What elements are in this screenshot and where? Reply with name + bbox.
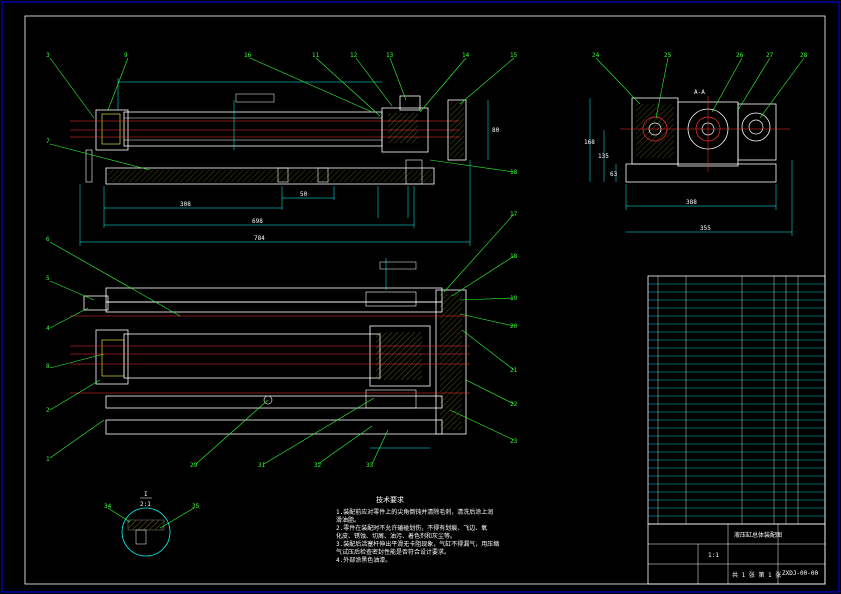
balloon-17: 17 xyxy=(510,211,518,218)
dim-height-a: 168 xyxy=(584,139,595,146)
dim-section-width: 388 xyxy=(686,199,697,206)
notes-line-3: 2.零件在装配时不允许磕碰划伤，不得有划痕、飞边、氧 xyxy=(336,524,487,532)
notes-line-2: 滑油脂。 xyxy=(336,516,360,524)
sheet-info: 共 1 张 第 1 张 xyxy=(732,571,781,579)
balloon-26: 26 xyxy=(736,52,744,59)
drawing-scale: 1:1 xyxy=(708,552,719,559)
balloon-33: 33 xyxy=(366,462,374,469)
balloon-32: 32 xyxy=(314,462,322,469)
notes-title: 技术要求 xyxy=(376,495,404,504)
top-view xyxy=(70,258,470,449)
drawing-name: 液压缸总体装配图 xyxy=(734,531,782,539)
balloon-28: 28 xyxy=(800,52,808,59)
dim-80: 80 xyxy=(492,127,500,134)
balloon-2: 2 xyxy=(46,407,50,414)
technical-notes: 技术要求 1.装配前应对零件上的尖角倒钝并清除毛刺，清洗后涂上润 滑油脂。 2.… xyxy=(336,495,499,564)
balloon-21: 21 xyxy=(510,367,518,374)
balloon-16: 16 xyxy=(244,52,252,59)
outer-border xyxy=(1,1,840,593)
balloon-3: 3 xyxy=(46,52,50,59)
assembly-drawing: 3 9 16 11 12 13 14 15 7 18 6 5 4 8 2 1 1… xyxy=(1,1,840,593)
notes-line-6: 气试压后检查密封性能是否符合设计要求。 xyxy=(336,548,450,556)
section-label: A-A xyxy=(694,89,705,96)
balloon-8: 8 xyxy=(46,363,50,370)
balloon-23: 23 xyxy=(510,438,518,445)
dim-698: 698 xyxy=(252,218,263,225)
notes-line-4: 化皮、锈蚀、切屑、油污、着色剂和灰尘等。 xyxy=(336,532,456,540)
balloon-15: 15 xyxy=(510,52,518,59)
leader-lines xyxy=(49,57,805,529)
balloon-11: 11 xyxy=(312,52,320,59)
dim-50: 50 xyxy=(300,191,308,198)
balloon-19: 19 xyxy=(510,295,518,302)
balloon-12: 12 xyxy=(350,52,358,59)
balloon-35: 35 xyxy=(192,503,200,510)
balloon-1: 1 xyxy=(46,456,50,463)
balloon-14: 14 xyxy=(462,52,470,59)
notes-line-1: 1.装配前应对零件上的尖角倒钝并清除毛刺，清洗后涂上润 xyxy=(336,508,493,516)
balloon-18: 18 xyxy=(510,169,518,176)
balloon-7: 7 xyxy=(46,138,50,145)
detail-scale: 2:1 xyxy=(140,501,151,508)
drawing-number: ZXDJ-00-00 xyxy=(782,570,819,577)
balloon-25: 25 xyxy=(664,52,672,59)
balloon-31: 31 xyxy=(258,462,266,469)
dim-308: 308 xyxy=(180,201,191,208)
balloon-22: 22 xyxy=(510,401,518,408)
balloon-4: 4 xyxy=(46,325,50,332)
balloon-9: 9 xyxy=(124,52,128,59)
notes-line-5: 3.装配后活塞杆伸出平滑无卡阻现象，气缸不得漏气，用压缩 xyxy=(336,540,499,548)
balloon-34: 34 xyxy=(104,503,112,510)
notes-line-7: 4.外部涂黑色油漆。 xyxy=(336,556,391,564)
section-a-a-view xyxy=(589,96,793,236)
balloon-29: 29 xyxy=(190,462,198,469)
dim-height-b: 135 xyxy=(598,153,609,160)
dim-overall-length: 784 xyxy=(254,235,265,242)
balloon-27: 27 xyxy=(766,52,774,59)
dim-height-c: 63 xyxy=(610,171,618,178)
balloon-18b: 18 xyxy=(510,253,518,260)
balloon-13: 13 xyxy=(386,52,394,59)
balloon-20: 20 xyxy=(510,323,518,330)
balloon-24: 24 xyxy=(592,52,600,59)
balloon-5: 5 xyxy=(46,275,50,282)
front-view xyxy=(70,78,489,246)
dimension-labels: 784 698 308 388 355 168 135 63 80 50 xyxy=(180,127,711,242)
dim-section-width2: 355 xyxy=(700,225,711,232)
detail-label: I xyxy=(144,491,148,498)
balloon-6: 6 xyxy=(46,236,50,243)
